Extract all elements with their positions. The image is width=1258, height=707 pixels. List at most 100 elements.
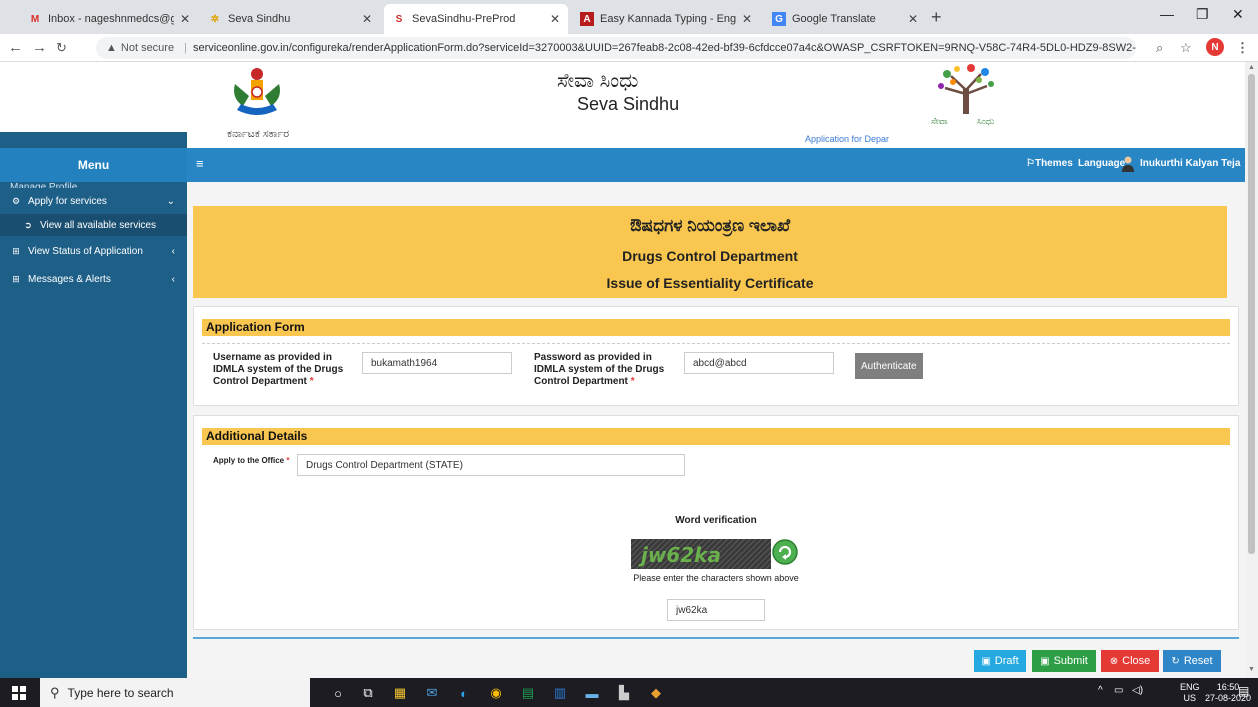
username-input[interactable] [362, 352, 512, 374]
file-explorer-icon[interactable]: ▬ [582, 683, 602, 703]
karnataka-emblem-icon [234, 68, 280, 115]
tab-title: Inbox - nageshnmedcs@gmail.co [48, 13, 174, 25]
zoom-icon[interactable]: ⌕ [1156, 40, 1163, 56]
new-tab-icon[interactable]: + [931, 7, 942, 28]
hamburger-icon[interactable]: ≡ [196, 156, 204, 171]
office-select[interactable] [297, 454, 685, 476]
word-icon[interactable]: ▥ [550, 683, 570, 703]
close-tab-icon[interactable]: ✕ [550, 12, 560, 26]
password-input[interactable] [684, 352, 834, 374]
word-verification-panel: Word verification jw62ka Please enter th… [193, 505, 1239, 630]
reset-button[interactable]: ↻ Reset [1163, 650, 1221, 672]
emblem-caption: ಕರ್ನಾಟಕ ಸರ್ಕಾರ [227, 128, 290, 140]
user-name[interactable]: Inukurthi Kalyan Teja [1140, 158, 1240, 169]
bookmark-star-icon[interactable]: ☆ [1180, 40, 1192, 56]
themes-menu[interactable]: ⚐Themes [1026, 158, 1073, 169]
refresh-captcha-icon[interactable] [772, 539, 798, 565]
taskbar-search[interactable]: ⚲ Type here to search [40, 678, 310, 707]
reset-label: Reset [1183, 655, 1213, 667]
additional-details-heading: Additional Details [202, 428, 1230, 445]
excel-icon[interactable]: ▤ [518, 683, 538, 703]
scrollbar-thumb[interactable] [1248, 74, 1255, 554]
tab-seva-sindhu[interactable]: ✲ Seva Sindhu ✕ [200, 4, 380, 34]
close-circle-icon: ⊗ [1109, 655, 1119, 667]
office-label: Apply to the Office * [213, 455, 289, 467]
tab-kannada-typing[interactable]: A Easy Kannada Typing - English to ✕ [572, 4, 760, 34]
captcha-image: jw62ka [631, 539, 771, 569]
username-label-text: Username as provided in IDMLA system of … [213, 352, 344, 387]
language-menu[interactable]: Language [1078, 158, 1125, 169]
close-label: Close [1122, 655, 1151, 667]
submit-button[interactable]: ▣ Submit [1032, 650, 1096, 672]
cortana-icon[interactable]: ○ [328, 683, 348, 703]
draft-label: Draft [994, 655, 1019, 667]
paint-icon[interactable]: ◆ [646, 683, 666, 703]
back-icon[interactable]: ← [8, 39, 23, 56]
url-text: serviceonline.gov.in/configureka/renderA… [192, 42, 1136, 54]
submit-label: Submit [1053, 655, 1088, 667]
service-title: Issue of Essentiality Certificate [606, 275, 814, 291]
scroll-down-icon[interactable]: ▼ [1248, 666, 1255, 673]
network-icon[interactable]: ▭ [1114, 685, 1123, 696]
browser-tab-bar: M Inbox - nageshnmedcs@gmail.co ✕ ✲ Seva… [0, 0, 1258, 34]
edge-icon[interactable]: ◐ [454, 683, 474, 703]
sidebar-item-messages-alerts[interactable]: ⊞ Messages & Alerts ‹ [0, 268, 187, 290]
application-for-text: Application for Depar [805, 134, 890, 144]
svg-text:ಸೇವಾ: ಸೇವಾ [931, 117, 948, 127]
notifications-icon[interactable]: ▤ [1238, 684, 1249, 698]
panel-divider [202, 343, 1230, 344]
sidebar-item-apply-for-services[interactable]: ⚙ Apply for services ⌄ [0, 190, 187, 212]
forward-icon[interactable]: → [32, 39, 47, 56]
not-secure-label: Not secure [120, 42, 175, 54]
draft-button[interactable]: ▣ Draft [974, 650, 1026, 672]
captcha-input[interactable] [667, 599, 765, 621]
seva-sindhu-icon: S [395, 13, 403, 25]
plus-square-icon: ⊞ [12, 245, 20, 256]
tab-gmail[interactable]: M Inbox - nageshnmedcs@gmail.co ✕ [20, 4, 198, 34]
window-close-icon[interactable]: ✕ [1232, 6, 1244, 23]
sidebar-item-view-status[interactable]: ⊞ View Status of Application ‹ [0, 240, 187, 262]
windows-start-icon[interactable] [12, 686, 26, 700]
department-name-english: Drugs Control Department [622, 248, 798, 264]
close-tab-icon[interactable]: ✕ [908, 12, 918, 26]
sidebar-item-view-all-services[interactable]: ➲ View all available services [0, 214, 187, 236]
sidebar-strip [0, 132, 187, 148]
word-verification-title: Word verification [675, 515, 757, 526]
close-tab-icon[interactable]: ✕ [742, 12, 752, 26]
task-view-icon[interactable]: ⧉ [358, 683, 378, 703]
close-tab-icon[interactable]: ✕ [362, 12, 372, 26]
search-icon: ⚲ [50, 684, 60, 700]
warning-icon: ▲ [106, 42, 117, 54]
lang-bottom: US [1183, 693, 1197, 703]
tab-google-translate[interactable]: G Google Translate ✕ [764, 4, 926, 34]
sidebar-item-label: Messages & Alerts [28, 273, 111, 285]
input-language[interactable]: ENG US [1180, 682, 1200, 704]
network-app-icon[interactable]: ▙ [614, 683, 634, 703]
profile-avatar[interactable]: N [1206, 38, 1224, 56]
authenticate-button[interactable]: Authenticate [855, 353, 923, 379]
page-scrollbar[interactable]: ▲ ▼ [1245, 62, 1258, 678]
restore-icon[interactable]: ❐ [1196, 6, 1209, 23]
username-label: Username as provided in IDMLA system of … [213, 352, 353, 388]
menu-title: Menu [0, 148, 187, 182]
store-icon[interactable]: ▦ [390, 683, 410, 703]
site-header: ಕರ್ನಾಟಕ ಸರ್ಕಾರ ಸೇವಾ ಸಿಂಧು Seva Sindhu Ap… [187, 62, 1245, 148]
url-separator: | [184, 42, 187, 54]
mail-icon[interactable]: ✉ [422, 683, 442, 703]
volume-icon[interactable]: ◁) [1132, 685, 1143, 696]
minimize-icon[interactable]: — [1160, 6, 1174, 22]
sidebar-item-manage-profile[interactable]: Manage Profile [10, 182, 180, 188]
chrome-icon[interactable]: ◉ [486, 683, 506, 703]
close-button[interactable]: ⊗ Close [1101, 650, 1159, 672]
tray-expand-icon[interactable]: ^ [1098, 685, 1103, 696]
reload-icon[interactable]: ↻ [56, 40, 67, 56]
windows-taskbar: ⚲ Type here to search ○ ⧉ ▦ ✉ ◐ ◉ ▤ ▥ ▬ … [0, 678, 1258, 707]
browser-menu-icon[interactable]: ⋮ [1236, 40, 1249, 56]
url-field[interactable]: ▲ Not secure | serviceonline.gov.in/conf… [96, 37, 1136, 59]
tab-title: Easy Kannada Typing - English to [600, 13, 736, 25]
scroll-up-icon[interactable]: ▲ [1248, 64, 1255, 71]
google-translate-icon: G [772, 12, 786, 26]
tab-sevasindhu-preprod[interactable]: S SevaSindhu-PreProd ✕ [384, 4, 568, 34]
required-marker: * [630, 376, 635, 387]
close-tab-icon[interactable]: ✕ [180, 12, 190, 26]
